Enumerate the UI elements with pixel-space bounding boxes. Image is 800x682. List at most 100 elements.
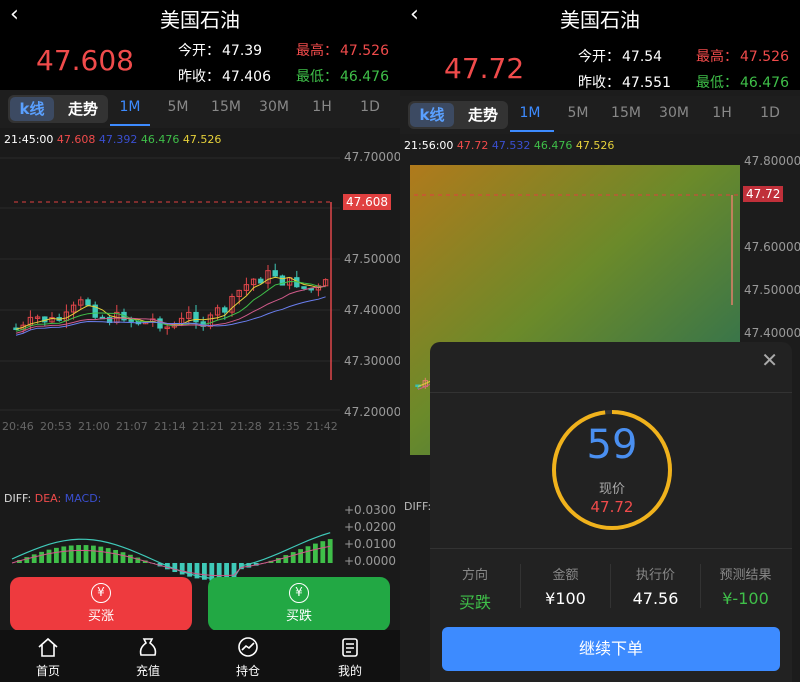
- tab-15m[interactable]: 15M: [606, 105, 646, 121]
- macd-bar: [120, 552, 126, 563]
- candle-body: [85, 299, 91, 306]
- kline-chart[interactable]: [0, 148, 400, 418]
- candle-body: [272, 270, 278, 277]
- x-label: 20:53: [40, 420, 72, 433]
- yen-up-icon: ¥: [91, 583, 111, 603]
- countdown-number: 59: [586, 422, 638, 468]
- macd-bar: [61, 546, 67, 563]
- open-stat: 今开： 47.54: [578, 49, 663, 65]
- tab-1m[interactable]: 1M: [510, 105, 550, 121]
- order-result-modal: ✕ 59 现价 47.72 方向 买跌 金额 ¥100 执行价 47.56 预测…: [430, 342, 792, 682]
- buy-down-button[interactable]: ¥ 买跌: [208, 577, 390, 631]
- macd-bar: [39, 551, 44, 563]
- macd-bar: [98, 546, 104, 563]
- macd-bar: [68, 545, 74, 563]
- header: ‹ 美国石油 47.72 今开： 47.54 昨收： 47.551 最高： 47.52…: [400, 0, 800, 91]
- macd-legend: DIFF:: [404, 500, 432, 513]
- current-price: 47.608: [36, 44, 134, 77]
- direction-col: 方向 买跌: [430, 564, 520, 613]
- y-label: 47.70000: [344, 150, 400, 164]
- macd-bar: [54, 547, 59, 563]
- ma-line-yellow: [15, 276, 326, 330]
- candlesticks: [13, 202, 332, 380]
- buy-down-label: 买跌: [285, 609, 312, 624]
- tab-kline[interactable]: k线: [410, 103, 454, 127]
- macd-bar: [76, 545, 81, 563]
- candle-body: [222, 307, 228, 313]
- page-title: 美国石油: [560, 8, 640, 32]
- buy-up-label: 买涨: [87, 609, 114, 624]
- tab-1h[interactable]: 1H: [702, 105, 742, 121]
- strike-value: 47.56: [632, 589, 679, 608]
- open-stat: 今开： 47.39: [178, 43, 263, 59]
- chart-circle-icon: [238, 637, 258, 657]
- amount-label: 金额: [552, 568, 579, 583]
- macd-chart: [11, 532, 333, 581]
- price-tag: 47.608: [343, 194, 391, 210]
- nav-home[interactable]: 首页: [18, 636, 78, 679]
- ma-legend: 21:45:00 47.608 47.392 46.476 47.526: [4, 133, 222, 146]
- tab-1h[interactable]: 1H: [302, 99, 342, 115]
- y-label: 47.50000: [344, 252, 400, 266]
- ma-line-blue: [15, 296, 326, 336]
- x-label: 20:46: [2, 420, 34, 433]
- current-price-label: 现价: [598, 482, 625, 497]
- current-price: 47.72: [444, 52, 525, 85]
- tab-kline[interactable]: k线: [10, 97, 54, 121]
- continue-order-button[interactable]: 继续下单: [442, 627, 780, 671]
- prev-close-stat: 昨收： 47.406: [178, 69, 271, 85]
- nav-home-label: 首页: [35, 664, 60, 678]
- tab-trend[interactable]: 走势: [460, 103, 506, 127]
- active-tab-indicator: [510, 130, 554, 132]
- price-tag: 47.72: [743, 186, 784, 202]
- tab-1d[interactable]: 1D: [350, 99, 390, 115]
- result-label: 预测结果: [719, 568, 772, 583]
- tab-30m[interactable]: 30M: [654, 105, 694, 121]
- nav-mine-label: 我的: [337, 664, 362, 678]
- diff-line: [11, 532, 331, 580]
- chart-grid: [0, 157, 340, 411]
- nav-recharge[interactable]: 充值: [118, 636, 178, 679]
- strike-label: 执行价: [635, 568, 675, 583]
- yen-down-icon: ¥: [289, 583, 309, 603]
- macd-y-label: +0.0100: [344, 537, 397, 551]
- low-stat: 最低： 46.476: [696, 75, 789, 91]
- x-label: 21:42: [306, 420, 338, 433]
- close-icon[interactable]: ✕: [761, 348, 778, 372]
- buy-up-button[interactable]: ¥ 买涨: [10, 577, 192, 631]
- amount-col: 金额 ¥100: [520, 564, 610, 608]
- tab-5m[interactable]: 5M: [558, 105, 598, 121]
- result-value: ¥-100: [722, 589, 769, 608]
- bottom-nav: 首页 充值 持仓 我的: [0, 630, 400, 682]
- tab-15m[interactable]: 15M: [206, 99, 246, 115]
- nav-mine[interactable]: 我的: [320, 636, 380, 679]
- left-screen: ‹ 美国石油 47.608 今开： 47.39 昨收： 47.406 最高： 47.5…: [0, 0, 400, 682]
- home-icon: [38, 637, 58, 657]
- macd-bar: [105, 548, 111, 563]
- amount-value: ¥100: [545, 589, 586, 608]
- macd-y-label: +0.0000: [344, 554, 397, 568]
- chart-tabs: k线 走势 1M 5M 15M 30M 1H 1D: [0, 90, 400, 128]
- active-tab-indicator: [110, 124, 150, 126]
- tab-trend[interactable]: 走势: [60, 97, 106, 121]
- macd-bars: [17, 539, 333, 581]
- nav-positions[interactable]: 持仓: [218, 636, 278, 679]
- tab-1d[interactable]: 1D: [750, 105, 790, 121]
- direction-value: 买跌: [458, 593, 491, 612]
- tab-1m[interactable]: 1M: [110, 99, 150, 115]
- y-label: 47.30000: [344, 354, 400, 368]
- macd-bar: [290, 552, 296, 563]
- divider: [430, 548, 792, 549]
- y-label: 47.40000: [744, 326, 800, 340]
- macd-bar: [83, 545, 89, 563]
- macd-bar: [46, 549, 52, 563]
- x-label: 21:28: [230, 420, 262, 433]
- x-label: 21:07: [116, 420, 148, 433]
- tab-30m[interactable]: 30M: [254, 99, 294, 115]
- y-label: 47.20000: [344, 405, 400, 419]
- tab-5m[interactable]: 5M: [158, 99, 198, 115]
- candle-body: [128, 319, 134, 322]
- dea-line: [11, 545, 331, 577]
- chart-mode-toggle: k线 走势: [8, 95, 108, 123]
- macd-bar: [172, 563, 178, 573]
